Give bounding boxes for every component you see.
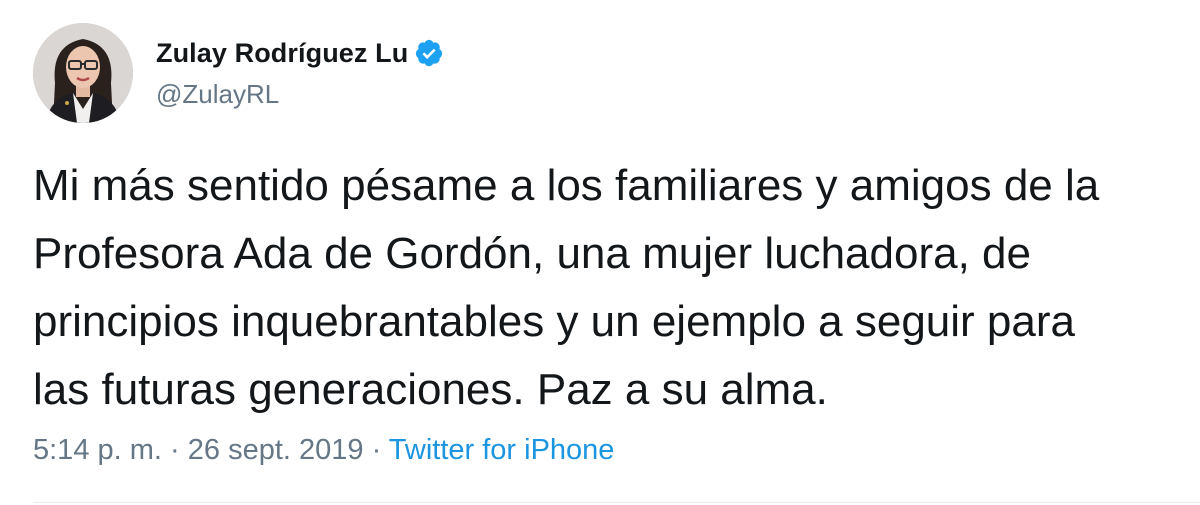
divider xyxy=(33,502,1200,503)
tweet-date[interactable]: 26 sept. 2019 xyxy=(188,434,364,466)
profile-photo-icon xyxy=(33,22,133,123)
tweet-text: Mi más sentido pésame a los familiares y… xyxy=(33,161,1100,414)
verified-badge-icon xyxy=(414,38,444,68)
name-row: Zulay Rodríguez Lu xyxy=(156,35,444,71)
tweet-source-link[interactable]: Twitter for iPhone xyxy=(389,434,615,466)
author-identity: Zulay Rodríguez Lu @ZulayRL xyxy=(156,35,444,110)
author-name[interactable]: Zulay Rodríguez Lu xyxy=(156,38,408,69)
avatar[interactable] xyxy=(33,22,133,123)
tweet-time[interactable]: 5:14 p. m. xyxy=(33,434,162,466)
tweet-header: Zulay Rodríguez Lu @ZulayRL xyxy=(33,20,444,125)
meta-separator: · xyxy=(363,434,389,466)
tweet-card: Zulay Rodríguez Lu @ZulayRL Mi más senti… xyxy=(0,0,1200,505)
author-handle[interactable]: @ZulayRL xyxy=(156,79,444,110)
tweet-metadata: 5:14 p. m. · 26 sept. 2019 · Twitter for… xyxy=(33,434,614,467)
meta-separator: · xyxy=(161,434,188,466)
